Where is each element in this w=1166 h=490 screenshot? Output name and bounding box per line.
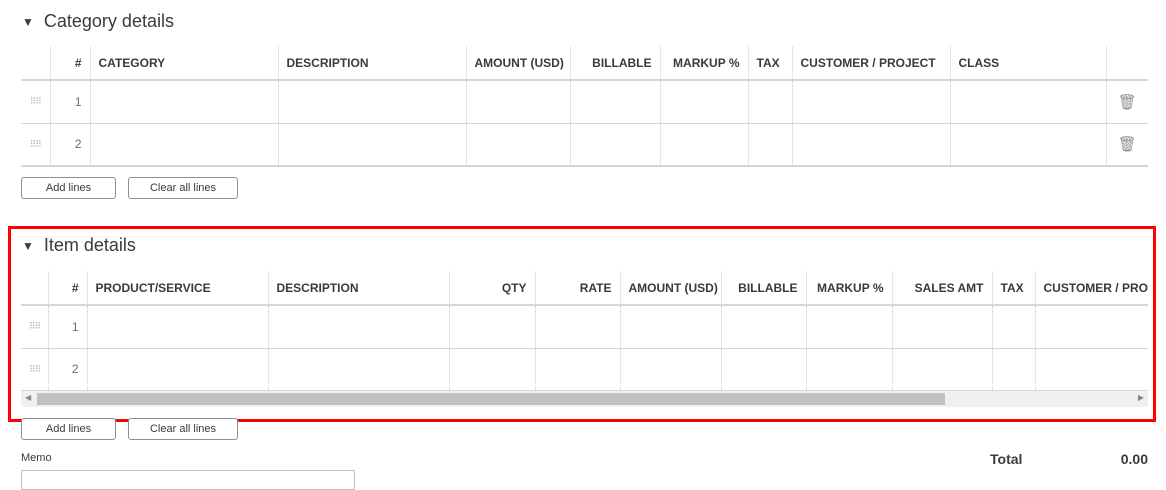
table-header: # CATEGORY DESCRIPTION AMOUNT (USD) BILLABLE…	[21, 46, 1148, 81]
col-number: #	[49, 46, 90, 81]
markup-cell[interactable]	[659, 80, 748, 124]
customer-cell[interactable]	[791, 80, 950, 124]
memo-input[interactable]	[21, 470, 355, 490]
col-markup: MARKUP %	[805, 271, 892, 306]
table-row[interactable]: ⠿⠿ 2 🗑	[21, 123, 1148, 167]
row-number: 1	[49, 80, 90, 124]
col-sales-amt: SALES AMT	[891, 271, 992, 306]
markup-cell[interactable]	[805, 305, 892, 349]
category-add-lines-button[interactable]: Add lines	[21, 177, 116, 199]
customer-cell[interactable]	[791, 123, 950, 167]
qty-cell[interactable]	[448, 305, 535, 349]
sales-amt-cell[interactable]	[891, 348, 992, 391]
description-cell[interactable]	[277, 80, 466, 124]
col-billable: BILLABLE	[569, 46, 660, 81]
drag-handle-icon[interactable]: ⠿⠿	[21, 305, 48, 349]
markup-cell[interactable]	[659, 123, 748, 167]
category-details-title: Category details	[43, 11, 174, 31]
tax-cell[interactable]	[747, 123, 792, 167]
rate-cell[interactable]	[534, 305, 620, 349]
col-product-service: PRODUCT/SERVICE	[86, 271, 268, 306]
description-cell[interactable]	[267, 348, 449, 391]
drag-handle-icon[interactable]: ⠿⠿	[21, 348, 48, 391]
category-clear-lines-button[interactable]: Clear all lines	[128, 177, 238, 199]
col-description: DESCRIPTION	[267, 271, 449, 306]
category-cell[interactable]	[89, 80, 278, 124]
drag-handle-icon[interactable]: ⠿⠿	[21, 123, 50, 167]
col-markup: MARKUP %	[659, 46, 748, 81]
category-details-toggle[interactable]: ▼ Category details	[22, 11, 174, 32]
col-amount: AMOUNT (USD)	[619, 271, 721, 306]
description-cell[interactable]	[277, 123, 466, 167]
memo-label: Memo	[21, 452, 52, 464]
amount-cell[interactable]	[619, 305, 721, 349]
description-cell[interactable]	[267, 305, 449, 349]
collapse-triangle-icon: ▼	[22, 238, 34, 253]
product-cell[interactable]	[86, 305, 268, 349]
table-row[interactable]: ⠿⠿ 2	[21, 348, 1148, 391]
trash-icon[interactable]: 🗑	[1105, 80, 1148, 124]
col-customer-project: CUSTOMER / PROJECT	[791, 46, 950, 81]
class-cell[interactable]	[949, 80, 1106, 124]
col-class: CLASS	[949, 46, 1106, 81]
tax-cell[interactable]	[747, 80, 792, 124]
trash-icon[interactable]: 🗑	[1105, 123, 1148, 167]
col-tax: TAX	[747, 46, 792, 81]
amount-cell[interactable]	[619, 348, 721, 391]
item-details-toggle[interactable]: ▼ Item details	[22, 235, 136, 256]
col-rate: RATE	[534, 271, 620, 306]
col-billable: BILLABLE	[720, 271, 806, 306]
category-cell[interactable]	[89, 123, 278, 167]
col-qty: QTY	[448, 271, 535, 306]
collapse-triangle-icon: ▼	[22, 14, 34, 29]
horizontal-scrollbar[interactable]: ◀ ▶	[21, 391, 1148, 407]
billable-cell[interactable]	[569, 80, 660, 124]
product-cell[interactable]	[86, 348, 268, 391]
amount-cell[interactable]	[465, 80, 570, 124]
table-header: # PRODUCT/SERVICE DESCRIPTION QTY RATE AMOUNT…	[21, 271, 1148, 306]
row-number: 2	[47, 348, 87, 391]
qty-cell[interactable]	[448, 348, 535, 391]
scrollbar-thumb[interactable]	[37, 393, 945, 405]
item-table-scroll-area: # PRODUCT/SERVICE DESCRIPTION QTY RATE AMOUNT…	[21, 271, 1148, 391]
rate-cell[interactable]	[534, 348, 620, 391]
col-customer-project: CUSTOMER / PROJECT	[1034, 271, 1148, 306]
row-number: 2	[49, 123, 90, 167]
tax-cell[interactable]	[991, 305, 1035, 349]
drag-handle-icon[interactable]: ⠿⠿	[21, 80, 50, 124]
billable-cell[interactable]	[720, 305, 806, 349]
item-clear-lines-button[interactable]: Clear all lines	[128, 418, 238, 440]
sales-amt-cell[interactable]	[891, 305, 992, 349]
customer-cell[interactable]	[1034, 305, 1148, 349]
scroll-left-arrow-icon[interactable]: ◀	[25, 393, 31, 402]
col-tax: TAX	[991, 271, 1035, 306]
amount-cell[interactable]	[465, 123, 570, 167]
category-table: # CATEGORY DESCRIPTION AMOUNT (USD) BILLABLE…	[21, 46, 1148, 167]
item-add-lines-button[interactable]: Add lines	[21, 418, 116, 440]
markup-cell[interactable]	[805, 348, 892, 391]
table-row[interactable]: ⠿⠿ 1 🗑	[21, 80, 1148, 124]
col-number: #	[47, 271, 87, 306]
col-description: DESCRIPTION	[277, 46, 466, 81]
tax-cell[interactable]	[991, 348, 1035, 391]
billable-cell[interactable]	[569, 123, 660, 167]
scroll-right-arrow-icon[interactable]: ▶	[1138, 393, 1144, 402]
billable-cell[interactable]	[720, 348, 806, 391]
item-table: # PRODUCT/SERVICE DESCRIPTION QTY RATE AMOUNT…	[21, 271, 1148, 391]
col-category: CATEGORY	[89, 46, 278, 81]
row-number: 1	[47, 305, 87, 349]
class-cell[interactable]	[949, 123, 1106, 167]
customer-cell[interactable]	[1034, 348, 1148, 391]
col-amount: AMOUNT (USD)	[465, 46, 570, 81]
item-details-title: Item details	[43, 235, 136, 255]
total-value: 0.00	[1120, 451, 1148, 467]
total-label: Total	[990, 451, 1023, 467]
table-row[interactable]: ⠿⠿ 1	[21, 305, 1148, 349]
